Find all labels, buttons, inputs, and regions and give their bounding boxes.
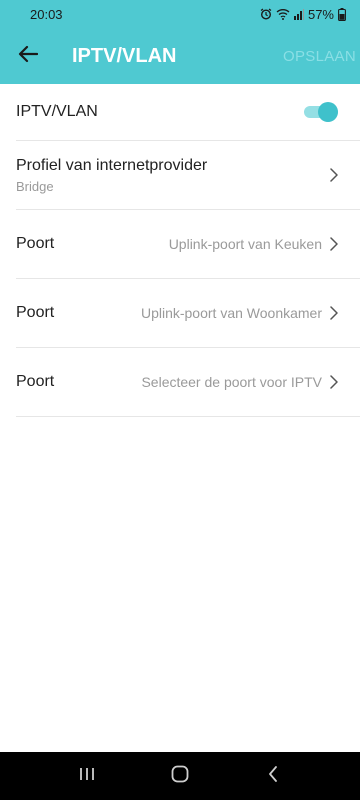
status-time: 20:03 [30,6,63,22]
isp-profile-text: Profiel van internetprovider Bridge [16,157,330,194]
battery-percent: 57% [307,6,334,22]
port-row-select[interactable]: Poort Selecteer de poort voor IPTV [16,348,360,417]
alarm-icon [260,8,272,20]
port-row-livingroom[interactable]: Poort Uplink-poort van Woonkamer [16,279,360,348]
system-nav-bar [0,752,360,800]
chevron-right-icon [330,375,338,389]
port-label: Poort [16,373,55,390]
settings-list: IPTV/VLAN Profiel van internetprovider B… [0,84,360,417]
save-button[interactable]: OPSLAAN [283,48,360,65]
isp-profile-value: Bridge [16,178,54,194]
toggle-knob [318,102,338,122]
chevron-right-icon [330,306,338,320]
iptv-toggle-switch[interactable] [304,102,338,122]
isp-profile-label: Profiel van internetprovider [16,156,208,174]
port-value: Uplink-poort van Keuken [168,236,322,252]
port-label: Poort [16,304,55,321]
battery-icon [338,7,346,21]
port-row-kitchen[interactable]: Poort Uplink-poort van Keuken [16,210,360,279]
recent-apps-icon [78,766,96,787]
back-button[interactable] [0,28,56,84]
recent-apps-button[interactable] [67,756,107,796]
wifi-icon [276,8,290,20]
system-back-button[interactable] [253,756,293,796]
port-value: Uplink-poort van Woonkamer [140,305,322,321]
port-label: Poort [16,235,55,252]
chevron-left-icon [268,765,278,787]
chevron-right-icon [330,237,338,251]
arrow-left-icon [18,45,39,68]
iptv-label: IPTV/VLAN [16,103,98,120]
status-icons: 57% [260,7,346,22]
chevron-right-icon [330,168,338,182]
app-bar: IPTV/VLAN OPSLAAN [0,28,360,84]
page-title: IPTV/VLAN [72,44,177,67]
home-icon [171,765,189,788]
iptv-toggle-row: IPTV/VLAN [16,84,360,141]
signal-icon [293,8,304,20]
status-bar: 20:03 57% [0,0,360,28]
isp-profile-row[interactable]: Profiel van internetprovider Bridge [16,141,360,210]
home-button[interactable] [160,756,200,796]
port-value: Selecteer de poort voor IPTV [141,374,322,390]
